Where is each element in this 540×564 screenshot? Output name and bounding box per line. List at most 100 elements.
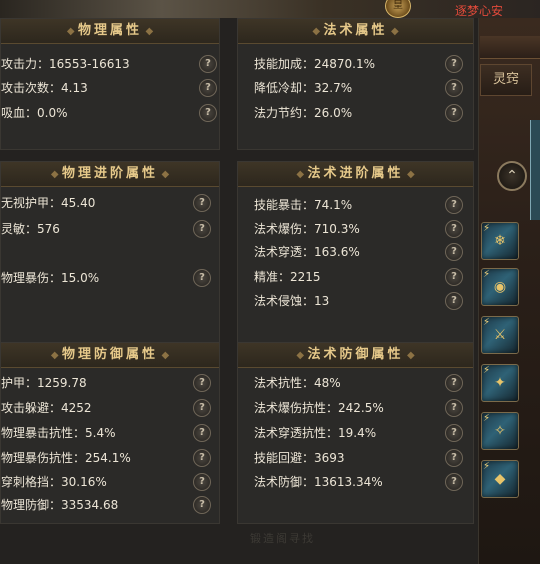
stat-row: 法术爆伤：710.3% ? bbox=[238, 218, 473, 240]
stat-label: 法术穿透抗性：19.4% bbox=[254, 426, 377, 440]
stat-label: 无视护甲：45.40 bbox=[1, 196, 96, 210]
help-icon[interactable]: ? bbox=[199, 55, 217, 73]
help-icon[interactable]: ? bbox=[193, 194, 211, 212]
help-icon[interactable]: ? bbox=[445, 55, 463, 73]
ornament-right-icon: ◆ bbox=[142, 26, 154, 37]
stat-label: 法术抗性：48% bbox=[254, 376, 341, 390]
help-icon[interactable]: ? bbox=[193, 424, 211, 442]
stat-row: 攻击次数：4.13 ? bbox=[1, 77, 219, 99]
skill-slot-6[interactable]: ⚡ ◆ bbox=[481, 460, 519, 498]
skill-slot-2[interactable]: ⚡ ◉ bbox=[481, 268, 519, 306]
stat-label: 物理防御：33534.68 bbox=[1, 498, 119, 512]
help-icon[interactable]: ? bbox=[445, 473, 463, 491]
help-icon[interactable]: ? bbox=[193, 496, 211, 514]
section-magic-attrs: ◆ 法术属性 ◆ 技能加成：24870.1% ? 降低冷却：32.7% ? 法力… bbox=[237, 18, 474, 150]
collapse-up-button[interactable]: ⌃ bbox=[497, 161, 527, 191]
section-title: ◆ 物理进阶属性 ◆ bbox=[1, 162, 219, 187]
help-icon[interactable]: ? bbox=[445, 220, 463, 238]
skill-slot-1[interactable]: ⚡ ❄ bbox=[481, 222, 519, 260]
help-icon[interactable]: ? bbox=[193, 374, 211, 392]
ornament-left-icon: ◆ bbox=[312, 26, 324, 37]
stat-row: 法术穿透抗性：19.4% ? bbox=[238, 422, 473, 444]
stat-row: 穿刺格挡：30.16% ? bbox=[1, 471, 219, 493]
help-icon[interactable]: ? bbox=[445, 243, 463, 261]
ornament-left-icon: ◆ bbox=[50, 169, 62, 180]
side-ornament bbox=[480, 36, 540, 59]
stat-label: 物理暴伤抗性：254.1% bbox=[1, 451, 131, 465]
skill-slot-3[interactable]: ⚡ ⚔ bbox=[481, 316, 519, 354]
help-icon[interactable]: ? bbox=[445, 104, 463, 122]
help-icon[interactable]: ? bbox=[445, 424, 463, 442]
help-icon[interactable]: ? bbox=[193, 473, 211, 491]
attribute-panel: ◆ 物理属性 ◆ 攻击力：16553-16613 ? 攻击次数：4.13 ? 吸… bbox=[0, 18, 479, 564]
stat-label: 技能暴击：74.1% bbox=[254, 198, 353, 212]
stat-row: 技能回避：3693 ? bbox=[238, 447, 473, 469]
section-title: ◆ 法术防御属性 ◆ bbox=[238, 343, 473, 368]
help-icon[interactable]: ? bbox=[445, 399, 463, 417]
ornament-right-icon: ◆ bbox=[158, 169, 170, 180]
stat-label: 法术穿透：163.6% bbox=[254, 245, 360, 259]
section-title-text: 法术进阶属性 bbox=[307, 166, 404, 181]
section-title-text: 物理属性 bbox=[77, 23, 142, 38]
player-name: 逐梦心安 bbox=[455, 4, 504, 18]
side-panel-edge bbox=[530, 120, 540, 220]
stat-label: 精准：2215 bbox=[254, 270, 321, 284]
ornament-right-icon: ◆ bbox=[158, 350, 170, 361]
dragon-icon: ✦ bbox=[494, 375, 506, 391]
section-physical-attrs: ◆ 物理属性 ◆ 攻击力：16553-16613 ? 攻击次数：4.13 ? 吸… bbox=[0, 18, 220, 150]
stat-row: 法术穿透：163.6% ? bbox=[238, 241, 473, 263]
section-title: ◆ 物理属性 ◆ bbox=[1, 19, 219, 44]
section-title-text: 法术属性 bbox=[323, 23, 388, 38]
skill-slot-5[interactable]: ⚡ ✧ bbox=[481, 412, 519, 450]
stat-label: 吸血：0.0% bbox=[1, 106, 68, 120]
help-icon[interactable]: ? bbox=[445, 292, 463, 310]
section-physical-advanced: ◆ 物理进阶属性 ◆ 无视护甲：45.40 ? 灵敏：576 ? 物理暴伤：15… bbox=[0, 161, 220, 343]
stat-row: 攻击躲避：4252 ? bbox=[1, 397, 219, 419]
ornament-left-icon: ◆ bbox=[50, 350, 62, 361]
help-icon[interactable]: ? bbox=[445, 374, 463, 392]
stat-row: 无视护甲：45.40 ? bbox=[1, 192, 219, 214]
stat-label: 法术爆伤抗性：242.5% bbox=[254, 401, 384, 415]
stat-row: 攻击力：16553-16613 ? bbox=[1, 53, 219, 75]
stat-row: 精准：2215 ? bbox=[238, 266, 473, 288]
stat-label: 护甲：1259.78 bbox=[1, 376, 87, 390]
stat-row: 法术侵蚀：13 ? bbox=[238, 290, 473, 312]
help-icon[interactable]: ? bbox=[445, 268, 463, 286]
ornament-left-icon: ◆ bbox=[66, 26, 78, 37]
section-title-text: 物理进阶属性 bbox=[61, 166, 158, 181]
help-icon[interactable]: ? bbox=[193, 220, 211, 238]
background-watermark: 锻造阁寻找 bbox=[250, 532, 315, 545]
stat-row: 法术防御：13613.34% ? bbox=[238, 471, 473, 493]
skill-slot-4[interactable]: ⚡ ✦ bbox=[481, 364, 519, 402]
help-icon[interactable]: ? bbox=[193, 269, 211, 287]
stat-label: 攻击次数：4.13 bbox=[1, 81, 88, 95]
stat-row: 法术抗性：48% ? bbox=[238, 372, 473, 394]
sword-icon: ⚔ bbox=[493, 327, 507, 343]
stat-label: 法术爆伤：710.3% bbox=[254, 222, 360, 236]
help-icon[interactable]: ? bbox=[199, 104, 217, 122]
stat-row: 吸血：0.0% ? bbox=[1, 102, 219, 124]
ornament-right-icon: ◆ bbox=[403, 169, 415, 180]
stat-label: 技能回避：3693 bbox=[254, 451, 345, 465]
ice-blade-icon: ❄ bbox=[494, 233, 506, 249]
help-icon[interactable]: ? bbox=[193, 449, 211, 467]
help-icon[interactable]: ? bbox=[445, 79, 463, 97]
stat-label: 物理暴伤：15.0% bbox=[1, 271, 100, 285]
help-icon[interactable]: ? bbox=[445, 196, 463, 214]
stat-row: 物理防御：33534.68 ? bbox=[1, 494, 219, 516]
stat-label: 物理暴击抗性：5.4% bbox=[1, 426, 116, 440]
stat-label: 法术侵蚀：13 bbox=[254, 294, 330, 308]
help-icon[interactable]: ? bbox=[445, 449, 463, 467]
help-icon[interactable]: ? bbox=[199, 79, 217, 97]
tab-lingqiao[interactable]: 灵窍 bbox=[480, 64, 532, 96]
stat-label: 降低冷却：32.7% bbox=[254, 81, 353, 95]
stat-row: 技能加成：24870.1% ? bbox=[238, 53, 473, 75]
stat-row: 技能暴击：74.1% ? bbox=[238, 194, 473, 216]
stat-label: 穿刺格挡：30.16% bbox=[1, 475, 107, 489]
stat-row: 物理暴击抗性：5.4% ? bbox=[1, 422, 219, 444]
stat-label: 灵敏：576 bbox=[1, 222, 60, 236]
stat-row: 降低冷却：32.7% ? bbox=[238, 77, 473, 99]
help-icon[interactable]: ? bbox=[193, 399, 211, 417]
section-title-text: 法术防御属性 bbox=[307, 347, 404, 362]
orb-icon: ◉ bbox=[493, 279, 507, 295]
